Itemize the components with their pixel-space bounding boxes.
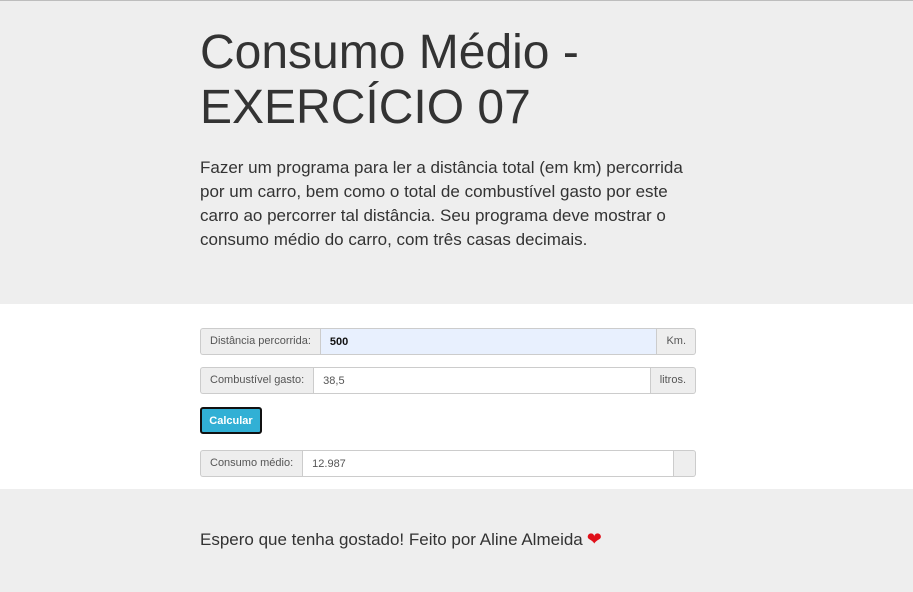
page-title: Consumo Médio - EXERCÍCIO 07 [200,26,579,134]
calculate-button[interactable]: Calcular [200,407,262,434]
distance-label: Distância percorrida: [200,328,320,355]
footer-text: Espero que tenha gostado! Feito por Alin… [200,530,583,549]
result-output[interactable] [302,450,674,477]
distance-input-group: Distância percorrida: Km. [200,328,696,355]
fuel-input[interactable] [313,367,651,394]
distance-unit: Km. [657,328,696,355]
footer-section: Espero que tenha gostado! Feito por Alin… [0,489,913,592]
fuel-label: Combustível gasto: [200,367,314,394]
heart-icon: ❤ [586,529,602,549]
fuel-unit: litros. [650,367,696,394]
header-section: Consumo Médio - EXERCÍCIO 07 Fazer um pr… [0,1,913,304]
footer-credit: Espero que tenha gostado! Feito por Alin… [200,529,602,550]
result-unit [674,450,696,477]
exercise-description: Fazer um programa para ler a distância t… [200,158,683,249]
result-label: Consumo médio: [200,450,303,477]
distance-input[interactable] [319,328,658,355]
result-input-group: Consumo médio: [200,450,696,477]
fuel-input-group: Combustível gasto: litros. [200,367,696,394]
